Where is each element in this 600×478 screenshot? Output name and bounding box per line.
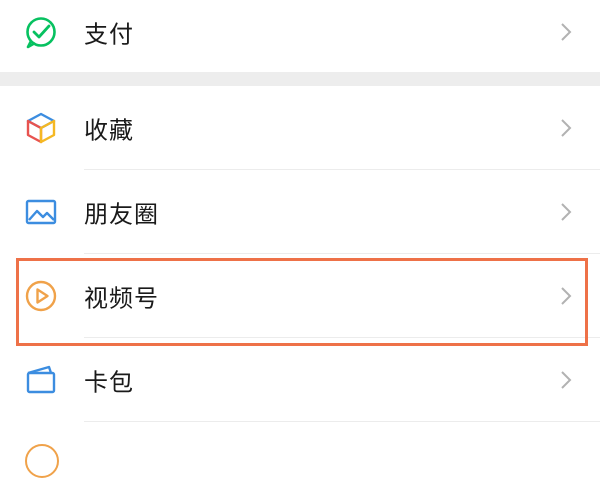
- partial-row-icon: [25, 444, 59, 478]
- chevron-right-icon: [556, 368, 576, 392]
- chevron-right-icon: [556, 116, 576, 140]
- menu-item-label-channels: 视频号: [84, 284, 159, 313]
- chevron-right-icon: [556, 284, 576, 308]
- settings-menu-screen: 支付 收藏 朋友圈 视频号 卡包: [0, 0, 600, 478]
- menu-item-channels[interactable]: 视频号: [0, 254, 600, 338]
- section-gap: [0, 72, 600, 86]
- favorites-cube-icon: [23, 110, 59, 146]
- menu-item-cards[interactable]: 卡包: [0, 338, 600, 422]
- chevron-right-icon: [556, 20, 576, 44]
- menu-item-label-cards: 卡包: [84, 368, 134, 397]
- menu-item-label-pay: 支付: [84, 20, 134, 49]
- menu-item-moments[interactable]: 朋友圈: [0, 170, 600, 254]
- card-wallet-icon: [23, 362, 59, 398]
- channels-play-icon: [23, 278, 59, 314]
- menu-item-pay[interactable]: 支付: [0, 0, 600, 74]
- moments-image-icon: [23, 194, 59, 230]
- chevron-right-icon: [556, 200, 576, 224]
- menu-item-label-moments: 朋友圈: [84, 200, 159, 229]
- menu-item-partial[interactable]: [0, 422, 600, 478]
- wechat-pay-icon: [23, 14, 59, 50]
- menu-item-label-favorites: 收藏: [84, 116, 134, 145]
- menu-item-favorites[interactable]: 收藏: [0, 86, 600, 170]
